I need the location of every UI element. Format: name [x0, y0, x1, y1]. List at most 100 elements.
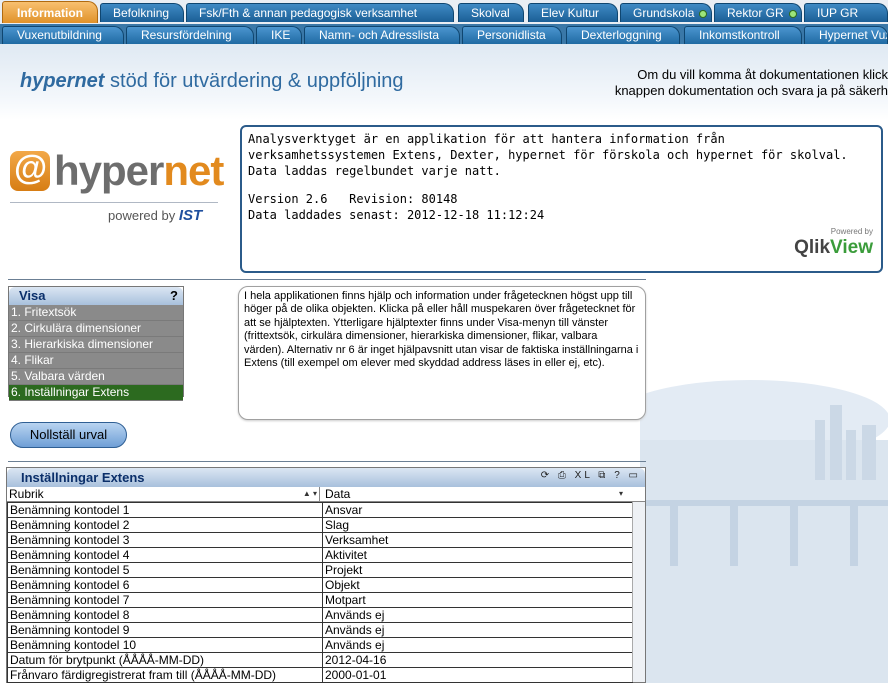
table-row[interactable]: Benämning kontodel 2 Slag [7, 517, 633, 533]
cell-rubrik[interactable]: Frånvaro färdigregistrerat fram till (ÅÅ… [7, 667, 323, 683]
column-header-data[interactable]: Data ▾ [325, 487, 625, 501]
info-description: Analysverktyget är en applikation för at… [248, 132, 848, 178]
table-row[interactable]: Datum för brytpunkt (ÅÅÅÅ-MM-DD) 2012-04-… [7, 652, 633, 668]
cell-data[interactable]: Ansvar [322, 502, 633, 518]
cell-data[interactable]: Verksamhet [322, 532, 633, 548]
tab-label: Namn- och Adresslista [319, 28, 440, 42]
tab-label: Grundskola [633, 6, 695, 20]
table-row[interactable]: Benämning kontodel 7 Motpart [7, 592, 633, 608]
tab-rektor-gr[interactable]: Rektor GR [714, 3, 802, 22]
cell-data[interactable]: 2012-04-16 [322, 652, 633, 668]
tab-label: Skolval [471, 6, 510, 20]
table-row[interactable]: Benämning kontodel 10 Används ej [7, 637, 633, 653]
panel-toolbar-icons[interactable]: ⟳ ⎙ XL ⧉ ? ▭ [541, 470, 641, 481]
column-header-rubrik[interactable]: Rubrik ▲ ▾ [9, 487, 320, 501]
cell-rubrik[interactable]: Benämning kontodel 8 [7, 607, 323, 623]
tab-information[interactable]: Information [2, 1, 98, 23]
status-dot-icon [788, 9, 797, 18]
cell-rubrik[interactable]: Benämning kontodel 5 [7, 562, 323, 578]
cell-rubrik[interactable]: Benämning kontodel 10 [7, 637, 323, 653]
tab-fsk-fth[interactable]: Fsk/Fth & annan pedagogisk verksamhet [186, 3, 454, 22]
table-row[interactable]: Benämning kontodel 5 Projekt [7, 562, 633, 578]
panel-header: Inställningar Extens ⟳ ⎙ XL ⧉ ? ▭ [7, 468, 645, 487]
divider [8, 279, 646, 280]
qlikview-logo: Powered by QlikView [794, 224, 873, 257]
tab-inkomstkontroll[interactable]: Inkomstkontroll [684, 26, 802, 44]
reset-selection-button[interactable]: Nollställ urval [10, 422, 127, 448]
cell-rubrik[interactable]: Benämning kontodel 9 [7, 622, 323, 638]
main-tab-bar: Information Befolkning Fsk/Fth & annan p… [0, 0, 888, 25]
table-row[interactable]: Benämning kontodel 9 Används ej [7, 622, 633, 638]
tab-label: Resursfördelning [141, 28, 232, 42]
table-row[interactable]: Benämning kontodel 4 Aktivitet [7, 547, 633, 563]
visa-item-fritextsok[interactable]: 1. Fritextsök [9, 305, 183, 321]
tab-label: Rektor GR [727, 6, 784, 20]
version-info: Version 2.6 Revision: 80148 [248, 192, 458, 206]
tab-label: IKE [271, 28, 291, 42]
visa-title: Visa [19, 288, 46, 303]
table-row[interactable]: Benämning kontodel 3 Verksamhet [7, 532, 633, 548]
cell-data[interactable]: Motpart [322, 592, 633, 608]
visa-listbox: Visa ? 1. Fritextsök 2. Cirkulära dimens… [8, 286, 184, 401]
table-row[interactable]: Benämning kontodel 6 Objekt [7, 577, 633, 593]
cell-rubrik[interactable]: Benämning kontodel 4 [7, 547, 323, 563]
cell-data[interactable]: Används ej [322, 637, 633, 653]
tab-skolval[interactable]: Skolval [458, 3, 524, 22]
tab-elev-kultur[interactable]: Elev Kultur [528, 3, 618, 22]
tab-grundskola[interactable]: Grundskola [620, 3, 712, 22]
visa-header: Visa ? [9, 287, 183, 305]
tab-vuxenutbildning[interactable]: Vuxenutbildning [2, 26, 124, 44]
cell-data[interactable]: Används ej [322, 622, 633, 638]
tab-namn-adresslista[interactable]: Namn- och Adresslista [304, 26, 460, 44]
cell-data[interactable]: Objekt [322, 577, 633, 593]
table-row[interactable]: Frånvaro färdigregistrerat fram till (ÅÅ… [7, 667, 633, 683]
table-header: Rubrik ▲ ▾ Data ▾ [7, 487, 645, 502]
cell-rubrik[interactable]: Benämning kontodel 2 [7, 517, 323, 533]
note-line: Om du vill komma åt dokumentationen klic… [637, 67, 888, 82]
tab-resursfordelning[interactable]: Resursfördelning [126, 26, 254, 44]
cell-rubrik[interactable]: Benämning kontodel 7 [7, 592, 323, 608]
header-banner: hypernet stöd för utvärdering & uppföljn… [0, 44, 888, 120]
cell-rubrik[interactable]: Datum för brytpunkt (ÅÅÅÅ-MM-DD) [7, 652, 323, 668]
tab-personidlista[interactable]: Personidlista [462, 26, 562, 44]
tab-dexterloggning[interactable]: Dexterloggning [566, 26, 680, 44]
visa-item-hierarkiska-dimensioner[interactable]: 3. Hierarkiska dimensioner [9, 337, 183, 353]
tab-ike[interactable]: IKE [256, 26, 302, 44]
cell-data[interactable]: Aktivitet [322, 547, 633, 563]
logo-word-hyper: hyper [54, 147, 164, 194]
cell-data[interactable]: Används ej [322, 607, 633, 623]
tab-label: Fsk/Fth & annan pedagogisk verksamhet [199, 6, 418, 20]
note-line: knappen dokumentation och svara ja på sä… [614, 83, 888, 98]
tab-iup-gr[interactable]: IUP GR [804, 3, 888, 22]
cell-data[interactable]: Slag [322, 517, 633, 533]
tagline-text: powered by [108, 208, 179, 223]
secondary-tab-bar: Vuxenutbildning Resursfördelning IKE Nam… [0, 24, 888, 44]
help-text: I hela applikationen finns hjälp och inf… [244, 290, 639, 370]
cell-rubrik[interactable]: Benämning kontodel 1 [7, 502, 323, 518]
help-icon[interactable]: ? [170, 287, 178, 305]
visa-item-valbara-varden[interactable]: 5. Valbara värden [9, 369, 183, 385]
tab-label: Befolkning [113, 6, 170, 20]
cell-data[interactable]: 2000-01-01 [322, 667, 633, 683]
cell-rubrik[interactable]: Benämning kontodel 6 [7, 577, 323, 593]
tab-hypernet-vux[interactable]: Hypernet Vux [804, 26, 888, 44]
visa-item-cirkulara-dimensioner[interactable]: 2. Cirkulära dimensioner [9, 321, 183, 337]
sort-icon[interactable]: ▲ ▾ [303, 487, 317, 501]
logo-word-net: net [163, 147, 224, 194]
visa-item-installningar-extens[interactable]: 6. Inställningar Extens [9, 385, 183, 401]
hypernet-logo: @ hypernet powered by IST [10, 145, 224, 225]
logo-tagline: powered by IST [108, 207, 202, 224]
at-sign-icon: @ [10, 149, 50, 191]
tab-label: Dexterloggning [581, 28, 662, 42]
tab-befolkning[interactable]: Befolkning [100, 3, 184, 22]
title-text: stöd för utvärdering & uppföljning [104, 70, 404, 92]
cell-rubrik[interactable]: Benämning kontodel 3 [7, 532, 323, 548]
table-row[interactable]: Benämning kontodel 8 Används ej [7, 607, 633, 623]
table-row[interactable]: Benämning kontodel 1 Ansvar [7, 502, 633, 518]
qlik-word: Qlik [794, 237, 831, 258]
table-scrollbar[interactable] [632, 502, 645, 682]
page-title: hypernet stöd för utvärdering & uppföljn… [20, 70, 404, 93]
cell-data[interactable]: Projekt [322, 562, 633, 578]
visa-item-flikar[interactable]: 4. Flikar [9, 353, 183, 369]
dropdown-icon[interactable]: ▾ [619, 487, 623, 501]
